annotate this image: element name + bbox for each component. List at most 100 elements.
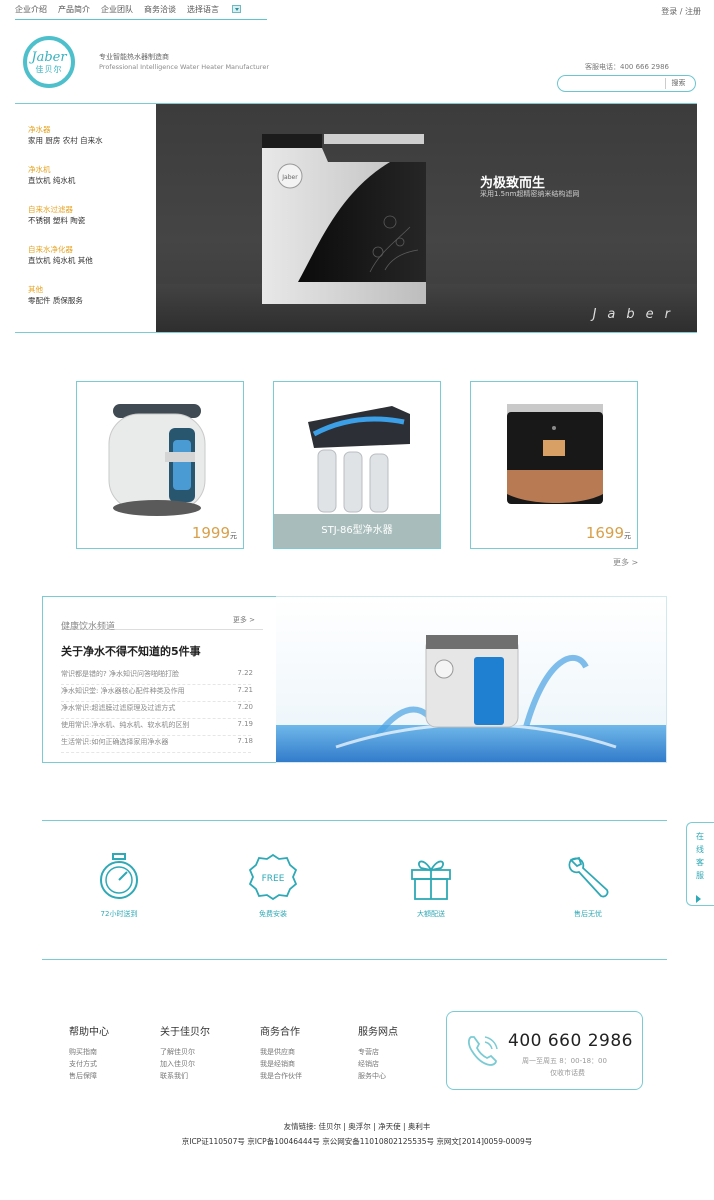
logo[interactable]: Jaber 佳贝尔 [23,36,75,88]
news-item[interactable]: 使用常识:净水机、纯水机、软水机的区别 7.19 [61,720,253,736]
product-card[interactable]: STJ-86型净水器 [273,381,441,549]
phone-icon [467,1036,498,1066]
news-feature-title[interactable]: 关于净水不得不知道的5件事 [61,643,201,659]
product-price: 1699元 [586,524,631,542]
news-item-text: 常识都是错的? 净水知识问答啪啪打脸 [61,670,179,678]
news-item-text: 净水知识堂: 净水器核心配件种类及作用 [61,687,185,695]
category-group: 净水器 家用 厨房 农村 自来水 [28,124,103,146]
category-title[interactable]: 净水机 [28,164,75,175]
contact-note: 仅收市话费 [550,1069,585,1077]
category-title[interactable]: 自来水过滤器 [28,204,85,215]
footer-link[interactable]: 联系我们 [160,1073,230,1080]
tagline-cn: 专业智能热水器制造商 [99,53,169,61]
news-panel: 健康饮水频道 更多 > 关于净水不得不知道的5件事 常识都是错的? 净水知识问答… [42,596,276,763]
news-more-link[interactable]: 更多 > [233,615,255,625]
category-title[interactable]: 其他 [28,284,83,295]
news-item-text: 使用常识:净水机、纯水机、软水机的区别 [61,721,190,729]
nav-item-business[interactable]: 商务洽谈 [144,0,176,19]
online-service-label: 在线客服 [696,832,704,880]
category-subs[interactable]: 不锈钢 塑料 陶瓷 [28,215,85,226]
free-badge-text: FREE [262,874,285,884]
price-unit: 元 [624,532,631,540]
service-item[interactable]: FREE 免费安装 [233,852,313,919]
footer-link[interactable]: 经销店 [358,1061,428,1068]
search-button[interactable]: 搜索 [665,78,691,89]
friendly-links[interactable]: 友情链接: 佳贝尔 | 奥浮尔 | 净天使 | 奥利丰 [0,1121,714,1132]
price-value: 1999 [191,524,230,542]
news-header: 健康饮水频道 更多 > [61,614,263,632]
language-select[interactable]: 选择语言 [187,0,241,19]
water-splash-image [276,597,666,762]
contact-phone-number: 400 660 2986 [508,1031,633,1051]
category-title[interactable]: 自来水净化器 [28,244,93,255]
products-more-link[interactable]: 更多 > [613,557,638,568]
arrow-right-icon [696,895,701,903]
news-item-date: 7.19 [237,720,253,728]
footer-heading: 商务合作 [260,1027,300,1038]
news-item-date: 7.21 [237,686,253,694]
footer-link[interactable]: 专营店 [358,1049,428,1056]
icp-license: 京ICP证110507号 京ICP备10046444号 京公网安备1101080… [181,1137,533,1146]
product-card[interactable]: 1699元 [470,381,638,549]
footer-heading: 帮助中心 [69,1027,109,1038]
price-value: 1699 [585,524,624,542]
services-top-divider [42,820,667,821]
product-card[interactable]: 1999元 [76,381,244,549]
free-badge-icon: FREE [248,853,298,901]
news-item[interactable]: 生活常识:如何正确选择家用净水器 7.18 [61,737,253,753]
footer-link[interactable]: 加入佳贝尔 [160,1061,230,1068]
service-label: 72小时送到 [100,910,138,918]
category-subs[interactable]: 家用 厨房 农村 自来水 [28,135,103,146]
category-title[interactable]: 净水器 [28,124,103,135]
top-bar: 企业介绍 产品简介 企业团队 商务洽谈 选择语言 登录 / 注册 [0,0,714,20]
logo-cn-text: 佳贝尔 [35,65,63,74]
footer-column: 服务网点 专营店 经销店 服务中心 [358,1023,428,1080]
category-subs[interactable]: 直饮机 纯水机 其他 [28,255,93,266]
service-item[interactable]: 大額配送 [391,852,471,919]
footer-heading: 服务网点 [358,1027,398,1038]
footer-link[interactable]: 了解佳贝尔 [160,1049,230,1056]
nav-item-company[interactable]: 企业介绍 [15,0,47,19]
tagline: 专业智能热水器制造商 Professional Intelligence Wat… [99,52,269,72]
category-subs[interactable]: 零配件 质保服务 [28,295,83,306]
gift-icon [411,860,451,900]
category-subs[interactable]: 直饮机 纯水机 [28,175,75,186]
news-image[interactable] [276,596,667,763]
news-item[interactable]: 净水知识堂: 净水器核心配件种类及作用 7.21 [61,686,253,702]
news-heading: 健康饮水频道 [61,622,116,632]
wrench-icon [568,856,609,898]
tagline-en: Professional Intelligence Water Heater M… [99,63,269,71]
search-input[interactable] [566,78,662,89]
footer-link[interactable]: 支付方式 [69,1061,139,1068]
service-item[interactable]: 售后无忧 [548,852,628,919]
banner-subtitle: 采用1.5nm超精密纳米结构滤网 [480,190,580,198]
news-item[interactable]: 常识都是错的? 净水知识问答啪啪打脸 7.22 [61,669,253,685]
product-caption: STJ-86型净水器 [274,514,440,548]
hero-banner[interactable]: Jaber 为极致而生 采用1.5nm超精密纳米结构滤网 Jaber [156,104,697,332]
footer-column: 商务合作 我是供应商 我是经销商 我是合作伙伴 [260,1023,330,1080]
footer-link[interactable]: 我是合作伙伴 [260,1073,330,1080]
top-nav: 企业介绍 产品简介 企业团队 商务洽谈 选择语言 [15,0,267,20]
footer-link[interactable]: 我是供应商 [260,1049,330,1056]
service-item[interactable]: 72小时送到 [79,852,159,919]
login-register-link[interactable]: 登录 / 注册 [661,6,701,17]
banner-brand: Jaber [592,307,681,322]
service-label: 售后无忧 [574,910,602,918]
hotline: 客服电话：400 666 2986 [585,63,669,71]
footer-link[interactable]: 我是经销商 [260,1061,330,1068]
language-label: 选择语言 [187,5,219,14]
news-item[interactable]: 净水常识:超滤膜过滤原理及过滤方式 7.20 [61,703,253,719]
footer-link[interactable]: 服务中心 [358,1073,428,1080]
service-label: 大額配送 [417,910,445,918]
nav-item-team[interactable]: 企业团队 [101,0,133,19]
category-group: 自来水过滤器 不锈钢 塑料 陶瓷 [28,204,85,226]
category-group: 自来水净化器 直饮机 纯水机 其他 [28,244,93,266]
nav-item-products[interactable]: 产品简介 [58,0,90,19]
footer-link[interactable]: 售后保障 [69,1073,139,1080]
contact-hours: 周一至周五 8：00-18：00 [522,1057,607,1065]
online-service-tab[interactable]: 在线客服 [686,822,714,906]
service-label: 免费安装 [259,910,287,918]
footer-link[interactable]: 购买指南 [69,1049,139,1056]
chevron-down-icon[interactable] [232,4,241,13]
product-price: 1999元 [192,524,237,542]
